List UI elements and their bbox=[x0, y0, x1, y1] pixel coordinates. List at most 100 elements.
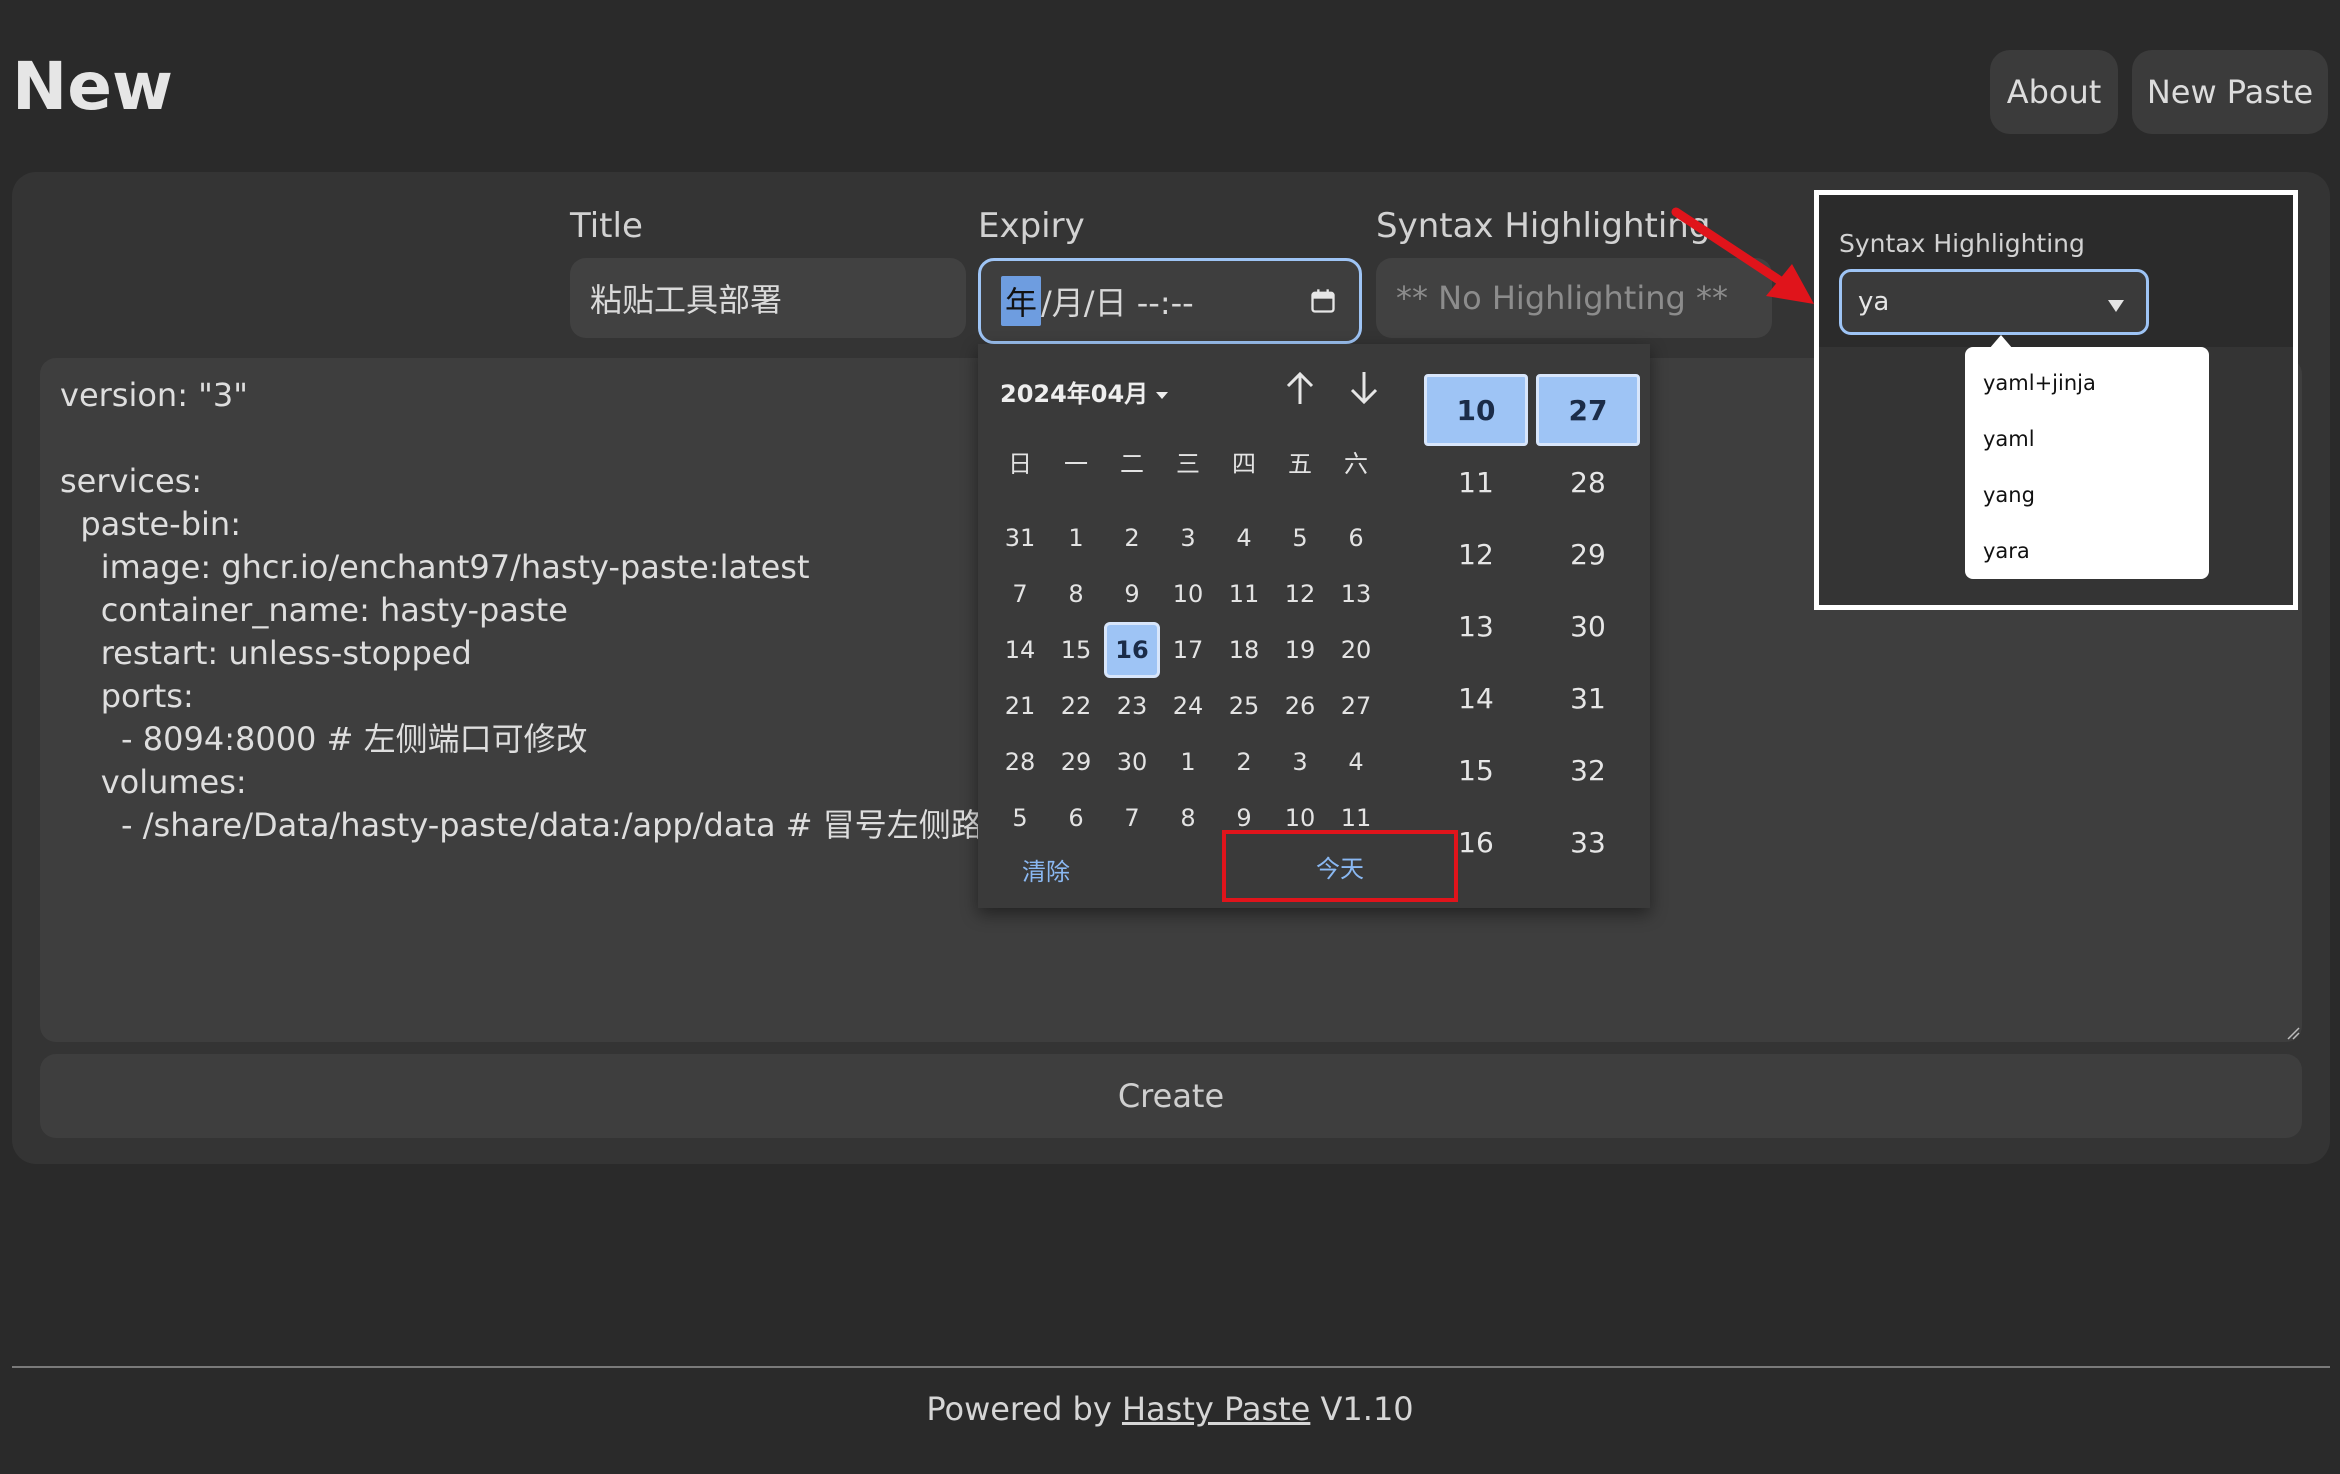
calendar-day-cell[interactable]: 17 bbox=[1160, 622, 1216, 678]
title-label: Title bbox=[570, 206, 643, 246]
hour-option[interactable]: 12 bbox=[1424, 518, 1528, 590]
calendar-day-cell[interactable]: 14 bbox=[992, 622, 1048, 678]
hour-option[interactable]: 16 bbox=[1424, 806, 1528, 878]
hour-option[interactable]: 14 bbox=[1424, 662, 1528, 734]
calendar-day-cell[interactable]: 12 bbox=[1272, 566, 1328, 622]
calendar-day-cell[interactable]: 10 bbox=[1160, 566, 1216, 622]
calendar-day-cell[interactable]: 23 bbox=[1104, 678, 1160, 734]
resize-grip-icon[interactable] bbox=[2286, 1026, 2300, 1040]
footer-divider bbox=[12, 1366, 2330, 1368]
calendar-day-cell[interactable]: 31 bbox=[992, 510, 1048, 566]
calendar-day-grid: 31 1 2 3 4 5 6 7 8 9 10 11 12 13 14 15 16 17 18 19 20 21 22 23 2… bbox=[992, 510, 1384, 846]
calendar-day-cell[interactable]: 13 bbox=[1328, 566, 1384, 622]
calendar-day-cell[interactable]: 5 bbox=[1272, 510, 1328, 566]
page-title: New bbox=[12, 48, 173, 125]
calendar-day-cell[interactable]: 11 bbox=[1216, 566, 1272, 622]
syntax-options-list: yaml+jinja yaml yang yara bbox=[1965, 347, 2209, 579]
calendar-day-cell[interactable]: 21 bbox=[992, 678, 1048, 734]
expiry-date-picker: 2024年04月 日一二三四五六 31 1 2 3 4 5 6 7 8 9 10 11 12 13 14 15… bbox=[978, 344, 1650, 908]
about-button[interactable]: About bbox=[1990, 50, 2118, 134]
calendar-day-cell[interactable]: 20 bbox=[1328, 622, 1384, 678]
calendar-day-cell[interactable]: 6 bbox=[1048, 790, 1104, 846]
weekday-label: 六 bbox=[1344, 450, 1368, 478]
calendar-day-cell[interactable]: 22 bbox=[1048, 678, 1104, 734]
syntax-option[interactable]: yaml bbox=[1965, 411, 2209, 467]
calendar-day-cell[interactable]: 4 bbox=[1216, 510, 1272, 566]
hour-column: 10 11 12 13 14 15 16 bbox=[1424, 374, 1528, 878]
expiry-year-segment[interactable]: 年 bbox=[1001, 276, 1042, 326]
weekday-header: 日一二三四五六 bbox=[992, 444, 1368, 484]
calendar-day-cell[interactable]: 8 bbox=[1048, 566, 1104, 622]
minute-column: 27 28 29 30 31 32 33 bbox=[1536, 374, 1640, 878]
hour-option[interactable]: 11 bbox=[1424, 446, 1528, 518]
weekday-label: 日 bbox=[1008, 450, 1032, 478]
minute-option[interactable]: 28 bbox=[1536, 446, 1640, 518]
calendar-day-cell[interactable]: 24 bbox=[1160, 678, 1216, 734]
caret-down-icon bbox=[1156, 391, 1169, 399]
calendar-day-cell[interactable]: 28 bbox=[992, 734, 1048, 790]
calendar-day-cell[interactable]: 2 bbox=[1104, 510, 1160, 566]
expiry-rest-segments[interactable]: /月/日 --:-- bbox=[1041, 278, 1194, 324]
hasty-paste-link[interactable]: Hasty Paste bbox=[1122, 1390, 1310, 1428]
minute-option[interactable]: 32 bbox=[1536, 734, 1640, 806]
next-month-arrow-icon[interactable] bbox=[1344, 366, 1384, 410]
calendar-day-cell[interactable]: 26 bbox=[1272, 678, 1328, 734]
calendar-day-cell[interactable]: 7 bbox=[1104, 790, 1160, 846]
syntax-option[interactable]: yang bbox=[1965, 467, 2209, 523]
footer: Powered by Hasty Paste V1.10 bbox=[0, 1390, 2340, 1428]
expiry-label: Expiry bbox=[978, 206, 1085, 246]
calendar-day-cell[interactable]: 6 bbox=[1328, 510, 1384, 566]
calendar-day-cell[interactable]: 18 bbox=[1216, 622, 1272, 678]
hour-option[interactable]: 13 bbox=[1424, 590, 1528, 662]
weekday-label: 四 bbox=[1232, 450, 1256, 478]
minute-option[interactable]: 27 bbox=[1536, 374, 1640, 446]
calendar-day-cell[interactable]: 27 bbox=[1328, 678, 1384, 734]
syntax-dropdown-zoom-inset: Syntax Highlighting ya yaml+jinja yaml yan… bbox=[1814, 190, 2298, 610]
today-button[interactable]: 今天 bbox=[1222, 830, 1458, 902]
calendar-day-cell[interactable]: 19 bbox=[1272, 622, 1328, 678]
month-year-label: 2024年04月 bbox=[1000, 380, 1149, 408]
new-paste-button[interactable]: New Paste bbox=[2132, 50, 2328, 134]
calendar-day-cell[interactable]: 30 bbox=[1104, 734, 1160, 790]
title-input[interactable]: 粘贴工具部署 bbox=[570, 258, 966, 338]
month-year-selector[interactable]: 2024年04月 bbox=[1000, 374, 1169, 409]
calendar-day-cell[interactable]: 16 bbox=[1104, 622, 1160, 678]
weekday-label: 三 bbox=[1176, 450, 1200, 478]
create-button[interactable]: Create bbox=[40, 1054, 2302, 1138]
calendar-day-cell[interactable]: 3 bbox=[1160, 510, 1216, 566]
inset-select-value: ya bbox=[1858, 287, 1890, 317]
calendar-day-cell[interactable]: 29 bbox=[1048, 734, 1104, 790]
hour-option[interactable]: 15 bbox=[1424, 734, 1528, 806]
calendar-day-cell[interactable]: 25 bbox=[1216, 678, 1272, 734]
hour-option[interactable]: 10 bbox=[1424, 374, 1528, 446]
calendar-day-cell[interactable]: 4 bbox=[1328, 734, 1384, 790]
syntax-highlighting-label: Syntax Highlighting bbox=[1376, 206, 1711, 246]
syntax-option[interactable]: yara bbox=[1965, 523, 2209, 579]
dropdown-caret-icon bbox=[2108, 300, 2124, 312]
weekday-label: 五 bbox=[1288, 450, 1312, 478]
minute-option[interactable]: 33 bbox=[1536, 806, 1640, 878]
previous-month-arrow-icon[interactable] bbox=[1280, 366, 1320, 410]
calendar-day-cell[interactable]: 1 bbox=[1048, 510, 1104, 566]
calendar-day-cell[interactable]: 9 bbox=[1104, 566, 1160, 622]
calendar-day-cell[interactable]: 8 bbox=[1160, 790, 1216, 846]
syntax-option[interactable]: yaml+jinja bbox=[1965, 355, 2209, 411]
weekday-label: 一 bbox=[1064, 450, 1088, 478]
calendar-day-cell[interactable]: 1 bbox=[1160, 734, 1216, 790]
calendar-day-cell[interactable]: 7 bbox=[992, 566, 1048, 622]
minute-option[interactable]: 30 bbox=[1536, 590, 1640, 662]
calendar-day-cell[interactable]: 2 bbox=[1216, 734, 1272, 790]
calendar-day-cell[interactable]: 5 bbox=[992, 790, 1048, 846]
minute-option[interactable]: 29 bbox=[1536, 518, 1640, 590]
clear-date-button[interactable]: 清除 bbox=[1022, 852, 1070, 887]
calendar-icon[interactable] bbox=[1309, 287, 1337, 315]
annotation-arrow-icon bbox=[1671, 207, 1814, 304]
minute-option[interactable]: 31 bbox=[1536, 662, 1640, 734]
expiry-datetime-input[interactable]: 年/月/日 --:-- bbox=[978, 258, 1362, 344]
calendar-day-cell[interactable]: 3 bbox=[1272, 734, 1328, 790]
inset-syntax-label: Syntax Highlighting bbox=[1839, 229, 2085, 258]
calendar-day-cell[interactable]: 15 bbox=[1048, 622, 1104, 678]
footer-version: V1.10 bbox=[1310, 1390, 1414, 1428]
footer-prefix: Powered by bbox=[926, 1390, 1122, 1428]
inset-syntax-select[interactable]: ya bbox=[1839, 269, 2149, 335]
